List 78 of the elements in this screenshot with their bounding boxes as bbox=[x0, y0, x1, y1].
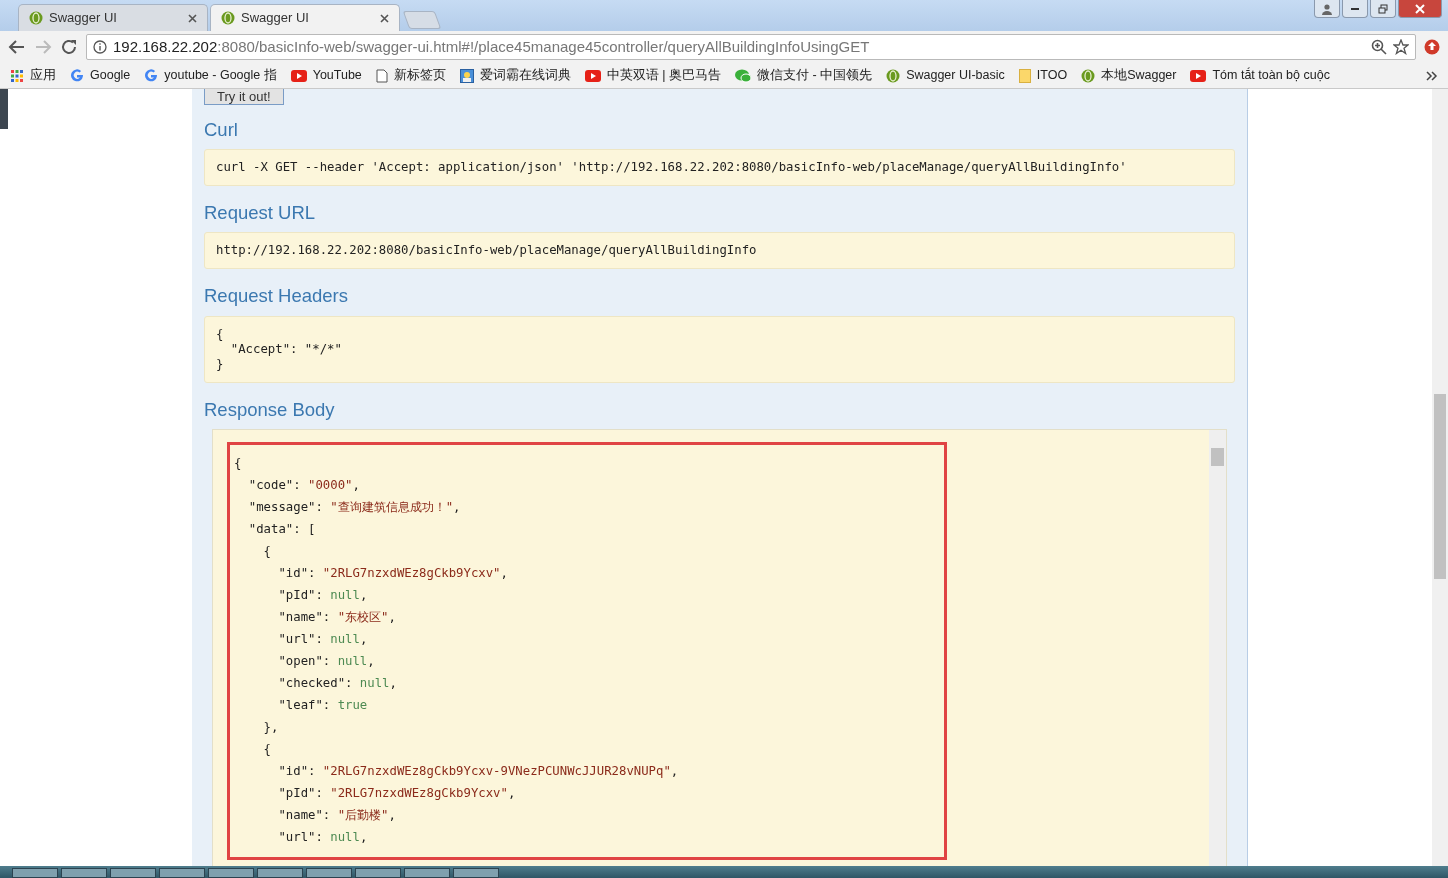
play-icon bbox=[584, 69, 601, 82]
code-line: "open": null, bbox=[277, 652, 376, 670]
tab-title: Swagger UI bbox=[241, 9, 309, 28]
bookmark[interactable]: Swagger UI-basic bbox=[886, 66, 1005, 85]
code-line: "code": "0000", bbox=[247, 476, 361, 494]
folder-icon bbox=[1018, 68, 1031, 83]
globe-icon bbox=[886, 68, 901, 83]
bookmark[interactable]: Tóm tắt toàn bộ cuộc bbox=[1190, 66, 1330, 85]
page-edge-panel bbox=[0, 89, 8, 129]
info-icon bbox=[93, 40, 107, 54]
section-heading: Request URL bbox=[204, 202, 317, 225]
code-line: "url": null, bbox=[277, 630, 369, 648]
image-icon bbox=[459, 68, 474, 83]
bookmark[interactable]: youtube - Google 指 bbox=[144, 66, 277, 85]
back-icon[interactable] bbox=[8, 38, 26, 56]
code-line: { bbox=[262, 542, 273, 560]
reload-icon[interactable] bbox=[60, 38, 78, 56]
scrollbar[interactable] bbox=[1209, 429, 1226, 866]
code-line: { bbox=[262, 740, 273, 758]
try-it-out-button[interactable]: Try it out! bbox=[204, 89, 284, 105]
globe-icon bbox=[29, 11, 43, 25]
code-line: "leaf": true bbox=[277, 696, 369, 714]
upload-icon[interactable] bbox=[1424, 39, 1440, 55]
code-line: "url": null, bbox=[277, 828, 369, 846]
browser-tab[interactable]: Swagger UI bbox=[18, 4, 208, 31]
bookmark[interactable]: 微信支付 - 中国领先 bbox=[735, 66, 873, 85]
minimize-button[interactable] bbox=[1342, 0, 1368, 18]
bookmark[interactable]: 应用 bbox=[10, 66, 56, 85]
code-block: http://192.168.22.202:8080/basicInfo-web/placeManage/queryAllBuildingInfo bbox=[204, 232, 1235, 270]
page-icon bbox=[375, 68, 388, 83]
code-line: { bbox=[234, 454, 243, 472]
zoom-icon[interactable] bbox=[1371, 39, 1387, 55]
code-line: "checked": null, bbox=[277, 674, 398, 692]
restore-icon bbox=[1378, 3, 1388, 14]
code-line: "pId": null, bbox=[277, 586, 369, 604]
code-line: "id": "2RLG7nzxdWEz8gCkb9Ycxv", bbox=[277, 564, 509, 582]
minimize-icon bbox=[1351, 7, 1359, 10]
apps-icon bbox=[10, 68, 24, 83]
star-icon[interactable] bbox=[1393, 39, 1409, 55]
globe-icon bbox=[221, 11, 235, 25]
person-icon bbox=[1321, 2, 1333, 15]
more-icon[interactable] bbox=[1426, 70, 1438, 81]
section-heading: Request Headers bbox=[204, 285, 349, 308]
play-icon bbox=[290, 69, 307, 82]
code-block: curl -X GET --header 'Accept: application/json' 'http://192.168.22.202:8080/basicInfo-web/placeManage/queryAllBuildingInfo' bbox=[204, 149, 1235, 187]
browser-tab[interactable]: Swagger UI bbox=[210, 4, 400, 31]
close-icon bbox=[188, 14, 197, 24]
profile-button[interactable] bbox=[1314, 0, 1340, 18]
google-icon bbox=[70, 68, 84, 83]
google-icon bbox=[144, 68, 159, 83]
code-line: }, bbox=[262, 718, 280, 736]
address-bar[interactable]: 192.168.22.202:8080/basicInfo-web/swagger-ui.html#!/place45manage45controller/queryAllBuildingInfoUsingGET bbox=[86, 34, 1416, 60]
url-text: 192.168.22.202:8080/basicInfo-web/swagger-ui.html#!/place45manage45controller/queryAllBuildingInfoUsingGET bbox=[113, 36, 871, 57]
bookmark[interactable]: YouTube bbox=[290, 66, 362, 85]
bookmark[interactable]: Google bbox=[70, 66, 131, 85]
close-icon bbox=[1415, 3, 1425, 14]
close-window-button[interactable] bbox=[1398, 0, 1442, 18]
code-line: "message": "查询建筑信息成功！", bbox=[247, 498, 462, 516]
chat-icon bbox=[735, 68, 751, 83]
code-line: "pId": "2RLG7nzxdWEz8gCkb9Ycxv", bbox=[277, 784, 517, 802]
code-line: "name": "东校区", bbox=[277, 608, 397, 626]
close-icon bbox=[380, 14, 389, 24]
scrollbar[interactable] bbox=[1432, 89, 1448, 866]
section-heading: Curl bbox=[204, 119, 239, 142]
section-heading: Response Body bbox=[204, 398, 336, 421]
tab-title: Swagger UI bbox=[49, 9, 117, 28]
play-icon bbox=[1190, 69, 1207, 82]
restore-button[interactable] bbox=[1370, 0, 1396, 18]
code-block: { "Accept": "*/*" } bbox=[204, 315, 1235, 383]
globe-icon bbox=[1081, 68, 1096, 83]
bookmark[interactable]: 爱词霸在线词典 bbox=[459, 66, 571, 85]
code-line: "id": "2RLG7nzxdWEz8gCkb9Ycxv-9VNezPCUNWcJJUR28vNUPq", bbox=[277, 762, 680, 780]
code-line: "name": "后勤楼", bbox=[277, 806, 397, 824]
code-line: "data": [ bbox=[247, 520, 317, 538]
bookmark[interactable]: 新标签页 bbox=[375, 66, 446, 85]
bookmark[interactable]: 本地Swagger bbox=[1081, 66, 1177, 85]
bookmark[interactable]: ITOO bbox=[1018, 66, 1068, 85]
bookmark[interactable]: 中英双语 | 奥巴马告 bbox=[584, 66, 721, 85]
